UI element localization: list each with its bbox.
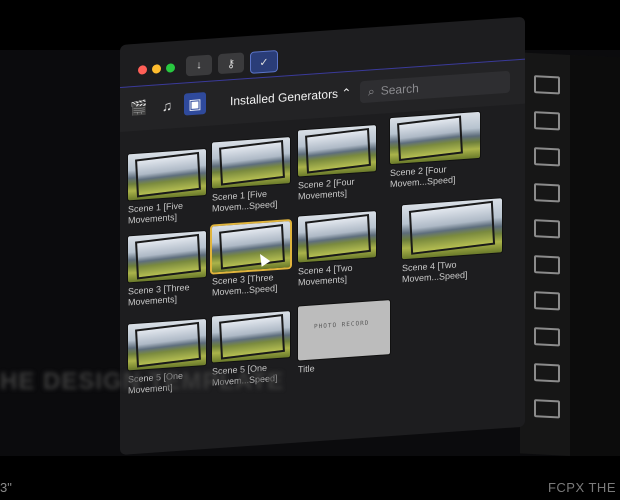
film-hole bbox=[534, 399, 560, 419]
download-arrow-icon[interactable]: ↓ bbox=[186, 54, 212, 77]
generator-category-dropdown[interactable]: Installed Generators ⌃ bbox=[230, 86, 351, 108]
film-hole bbox=[534, 147, 560, 167]
close-window-button[interactable] bbox=[138, 65, 147, 75]
music-notes-icon[interactable]: ♫ bbox=[156, 94, 178, 118]
blurred-background-text: HE DESIGN TEMPLATE bbox=[0, 368, 285, 395]
film-hole bbox=[534, 255, 560, 275]
generator-tile[interactable]: Scene 2 [Four Movements] bbox=[298, 125, 376, 202]
search-icon: ⌕ bbox=[368, 83, 375, 99]
film-hole bbox=[534, 327, 560, 347]
film-hole bbox=[534, 219, 560, 239]
generator-label: Scene 2 [Four Movements] bbox=[298, 176, 355, 202]
generator-thumbnail bbox=[128, 230, 206, 283]
generator-thumbnail bbox=[390, 111, 480, 165]
generator-thumbnail bbox=[402, 198, 502, 260]
zoom-window-button[interactable] bbox=[166, 63, 175, 73]
search-placeholder: Search bbox=[380, 81, 419, 98]
generator-thumbnail bbox=[212, 221, 290, 273]
generator-tile[interactable]: Scene 4 [Two Movem...Speed] bbox=[402, 198, 502, 285]
generator-thumbnail bbox=[212, 137, 290, 189]
caption-right: FCPX THE bbox=[547, 480, 616, 495]
generator-label: Scene 3 [Three Movements] bbox=[128, 282, 190, 308]
generator-tile-selected[interactable]: Scene 3 [Three Movem...Speed] bbox=[212, 221, 290, 298]
generator-thumbnail bbox=[298, 125, 376, 177]
caption-left: 3" bbox=[0, 480, 12, 495]
film-hole bbox=[534, 291, 560, 311]
checkmark-badge-icon[interactable]: ✓ bbox=[250, 49, 278, 74]
generator-grid: Scene 1 [Five Movements] Scene 1 [Five M… bbox=[128, 111, 518, 395]
generator-tile[interactable]: Scene 4 [Two Movements] bbox=[298, 211, 376, 288]
generator-label: Scene 4 [Two Movem...Speed] bbox=[402, 259, 468, 285]
letterbox-bottom: 3" FCPX THE bbox=[0, 456, 620, 500]
generator-tile[interactable]: Scene 1 [Five Movem...Speed] bbox=[212, 137, 290, 214]
generator-label: Scene 4 [Two Movements] bbox=[298, 262, 353, 288]
film-strip-edge bbox=[570, 55, 620, 459]
generator-thumbnail: PHOTO RECORD bbox=[298, 300, 390, 361]
film-strip bbox=[520, 52, 620, 459]
film-hole bbox=[534, 183, 560, 203]
generator-thumbnail bbox=[128, 148, 206, 201]
generator-label: Scene 3 [Three Movem...Speed] bbox=[212, 272, 278, 298]
generator-tile[interactable]: Scene 2 [Four Movem...Speed] bbox=[390, 111, 480, 190]
generator-label: Scene 1 [Five Movements] bbox=[128, 200, 184, 226]
generator-label: Scene 2 [Four Movem...Speed] bbox=[390, 164, 456, 190]
film-hole bbox=[534, 111, 560, 131]
video-frame: ↓ ⚷ ✓ 🎬 ♫ ▣ Installed Generators ⌃ ⌕ Sea… bbox=[0, 0, 620, 500]
clapper-icon[interactable]: 🎬 bbox=[128, 96, 150, 120]
search-field[interactable]: ⌕ Search bbox=[360, 70, 510, 104]
generators-icon[interactable]: ▣ bbox=[184, 91, 206, 116]
film-hole bbox=[534, 75, 560, 95]
key-icon[interactable]: ⚷ bbox=[218, 52, 244, 75]
generator-thumbnail bbox=[212, 311, 290, 363]
generator-label: Scene 1 [Five Movem...Speed] bbox=[212, 188, 278, 214]
generator-thumbnail bbox=[128, 318, 206, 371]
generator-label: Title bbox=[298, 363, 315, 375]
minimize-window-button[interactable] bbox=[152, 64, 161, 74]
film-hole bbox=[534, 363, 560, 383]
generator-tile[interactable]: Scene 3 [Three Movements] bbox=[128, 230, 206, 308]
generator-tile[interactable]: PHOTO RECORD Title bbox=[298, 300, 390, 375]
generator-thumbnail bbox=[298, 211, 376, 263]
thumbnail-text: PHOTO RECORD bbox=[314, 319, 370, 331]
generator-tile[interactable]: Scene 1 [Five Movements] bbox=[128, 148, 206, 226]
